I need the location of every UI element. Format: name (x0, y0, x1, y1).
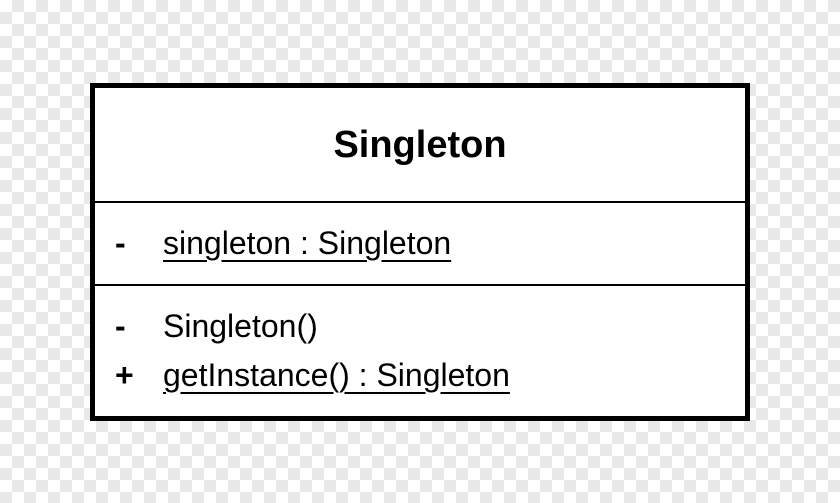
method-row: + getInstance() : Singleton (115, 351, 725, 400)
attribute-row: - singleton : Singleton (115, 219, 725, 268)
uml-class-box: Singleton - singleton : Singleton - Sing… (90, 83, 750, 421)
class-name-section: Singleton (95, 88, 745, 201)
visibility-marker: + (115, 357, 163, 394)
methods-section: - Singleton() + getInstance() : Singleto… (95, 284, 745, 416)
visibility-marker: - (115, 308, 163, 345)
method-text: Singleton() (163, 308, 318, 345)
visibility-marker: - (115, 225, 163, 262)
attribute-text: singleton : Singleton (163, 225, 451, 262)
attributes-section: - singleton : Singleton (95, 201, 745, 284)
class-name: Singleton (115, 104, 725, 185)
method-row: - Singleton() (115, 302, 725, 351)
method-text: getInstance() : Singleton (163, 357, 510, 394)
